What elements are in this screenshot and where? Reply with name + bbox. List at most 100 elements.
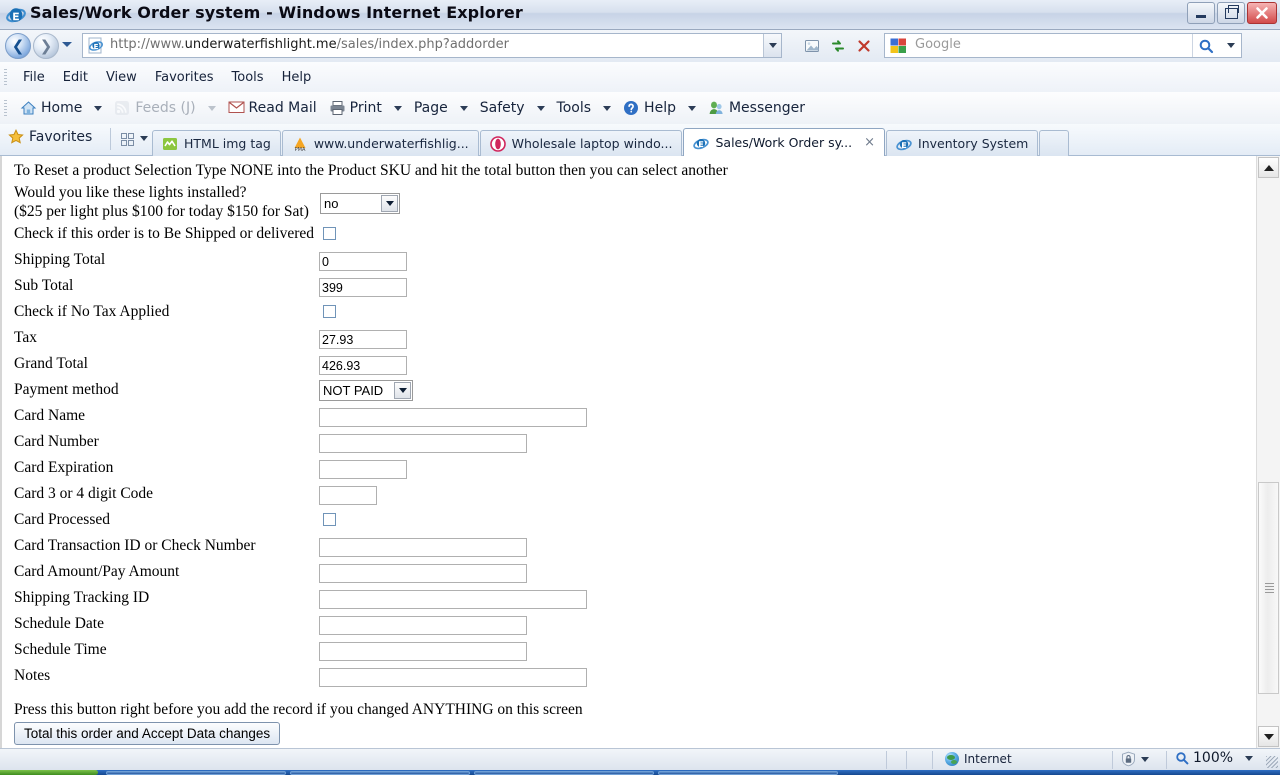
taskbar-item[interactable] — [290, 771, 470, 775]
start-button[interactable] — [0, 770, 98, 775]
chevron-down-icon[interactable] — [603, 105, 612, 111]
vertical-scrollbar[interactable] — [1256, 156, 1280, 748]
card-name-field[interactable] — [319, 408, 587, 427]
form-row: Shipping Total — [12, 249, 1256, 275]
taskbar-item[interactable] — [106, 771, 286, 775]
search-go-button[interactable] — [1192, 34, 1219, 57]
menu-item-favorites[interactable]: Favorites — [146, 67, 223, 88]
status-bar: Internet 100% — [0, 748, 1280, 770]
compatibility-view-button[interactable] — [800, 33, 824, 58]
shipping-tracking-id-field[interactable] — [319, 590, 587, 609]
protected-mode-dropdown-icon[interactable] — [1141, 756, 1149, 762]
browser-tab[interactable]: HTML img tag — [152, 130, 281, 156]
tab-close-icon[interactable]: × — [864, 135, 875, 150]
back-button[interactable]: ❮ — [5, 33, 31, 59]
command-help-button[interactable]: Help — [617, 97, 682, 120]
menu-item-edit[interactable]: Edit — [54, 67, 97, 88]
grand-total-field[interactable] — [319, 356, 407, 375]
address-bar[interactable]: http://www.underwaterfishlight.me/sales/… — [82, 33, 782, 58]
browser-tab[interactable]: PMA www.underwaterfishlig... — [281, 130, 479, 156]
command-print-button[interactable]: Print — [323, 97, 388, 120]
no-tax-applied-checkbox[interactable] — [323, 305, 336, 318]
menu-item-tools[interactable]: Tools — [223, 67, 273, 88]
card-transaction-id-field[interactable] — [319, 538, 527, 557]
form-row: Grand Total — [12, 353, 1256, 379]
browser-window: Sales/Work Order system - Windows Intern… — [0, 0, 1280, 775]
command-home-button[interactable]: Home — [14, 97, 88, 120]
zoom-dropdown-icon[interactable] — [1245, 755, 1254, 761]
search-options-dropdown[interactable] — [1221, 34, 1241, 57]
chevron-down-icon[interactable] — [687, 105, 696, 111]
taskbar-item[interactable] — [658, 771, 838, 775]
command-page-button[interactable]: Page — [408, 97, 454, 119]
command-tools-button[interactable]: Tools — [551, 97, 598, 119]
payment-method-value: NOT PAID — [323, 383, 384, 398]
quick-tabs-icon[interactable] — [116, 129, 138, 149]
restore-button[interactable] — [1217, 2, 1245, 24]
history-dropdown-icon[interactable] — [62, 42, 72, 47]
quick-tabs-dropdown-icon[interactable] — [140, 136, 148, 141]
chevron-down-icon[interactable] — [536, 105, 545, 111]
menu-item-view[interactable]: View — [97, 67, 146, 88]
page-viewport: To Reset a product Selection Type NONE i… — [0, 156, 1280, 748]
refresh-button[interactable] — [826, 33, 850, 58]
minimize-button[interactable] — [1187, 2, 1215, 24]
form-row: Card Name — [12, 405, 1256, 431]
install-question-row: Would you like these lights installed? (… — [12, 183, 1256, 223]
stop-button[interactable] — [852, 33, 876, 58]
card-processed-checkbox[interactable] — [323, 513, 336, 526]
chevron-down-icon[interactable] — [94, 105, 103, 111]
card-security-code-field[interactable] — [319, 486, 377, 505]
sub-total-field[interactable] — [319, 278, 407, 297]
field-label: Notes — [14, 667, 51, 684]
taskbar-item[interactable] — [474, 771, 654, 775]
install-lights-select[interactable]: no — [320, 193, 400, 214]
address-scheme: http://www. — [110, 37, 185, 52]
chevron-down-icon[interactable] — [394, 382, 411, 399]
printer-icon — [329, 100, 346, 117]
tax-field[interactable] — [319, 330, 407, 349]
total-order-button[interactable]: Total this order and Accept Data changes — [14, 722, 281, 745]
card-number-field[interactable] — [319, 434, 527, 453]
search-input[interactable]: Google — [915, 37, 961, 52]
payment-method-select[interactable]: NOT PAID — [319, 380, 413, 401]
forward-button[interactable]: ❯ — [33, 33, 59, 59]
notes-field[interactable] — [319, 668, 587, 687]
command-label: Safety — [479, 100, 525, 116]
chevron-down-icon[interactable] — [459, 105, 468, 111]
resize-grip-icon[interactable] — [1266, 756, 1278, 768]
browser-tab[interactable]: Wholesale laptop windo... — [479, 130, 683, 156]
address-dropdown-button[interactable] — [763, 34, 781, 57]
browser-tab[interactable]: Inventory System — [886, 130, 1039, 156]
protected-mode-button[interactable] — [1120, 751, 1149, 767]
address-path: /sales/index.php?addorder — [336, 37, 509, 52]
search-box[interactable]: Google — [884, 33, 1242, 58]
address-text: http://www.underwaterfishlight.me/sales/… — [110, 37, 509, 52]
card-expiration-field[interactable] — [319, 460, 407, 479]
zoom-control[interactable]: 100% — [1175, 750, 1254, 766]
security-zone[interactable]: Internet — [945, 752, 1012, 766]
schedule-date-field[interactable] — [319, 616, 527, 635]
field-label: Check if No Tax Applied — [14, 303, 170, 320]
menu-item-file[interactable]: File — [14, 67, 54, 88]
scroll-down-button[interactable] — [1258, 726, 1279, 747]
command-messenger-button[interactable]: Messenger — [702, 97, 811, 120]
favorites-button[interactable]: Favorites — [8, 129, 92, 145]
shipping-total-field[interactable] — [319, 252, 407, 271]
scroll-up-button[interactable] — [1258, 157, 1279, 178]
scrollbar-thumb[interactable] — [1258, 482, 1279, 694]
chevron-down-icon[interactable] — [381, 195, 398, 212]
command-items: Home Feeds (J) Read Mail Print Page Safety Too… — [14, 92, 811, 124]
browser-tab-active[interactable]: Sales/Work Order sy... × — [683, 128, 886, 156]
schedule-time-field[interactable] — [319, 642, 527, 661]
close-button[interactable] — [1247, 2, 1277, 24]
card-amount-field[interactable] — [319, 564, 527, 583]
new-tab-button[interactable] — [1039, 130, 1070, 156]
menu-item-help[interactable]: Help — [273, 67, 321, 88]
command-safety-button[interactable]: Safety — [474, 97, 531, 119]
shipped-or-delivered-checkbox[interactable] — [323, 227, 336, 240]
chevron-down-icon[interactable] — [393, 105, 402, 111]
form-row: Card Number — [12, 431, 1256, 457]
form-row: Tax — [12, 327, 1256, 353]
command-read-mail-button[interactable]: Read Mail — [222, 97, 323, 120]
